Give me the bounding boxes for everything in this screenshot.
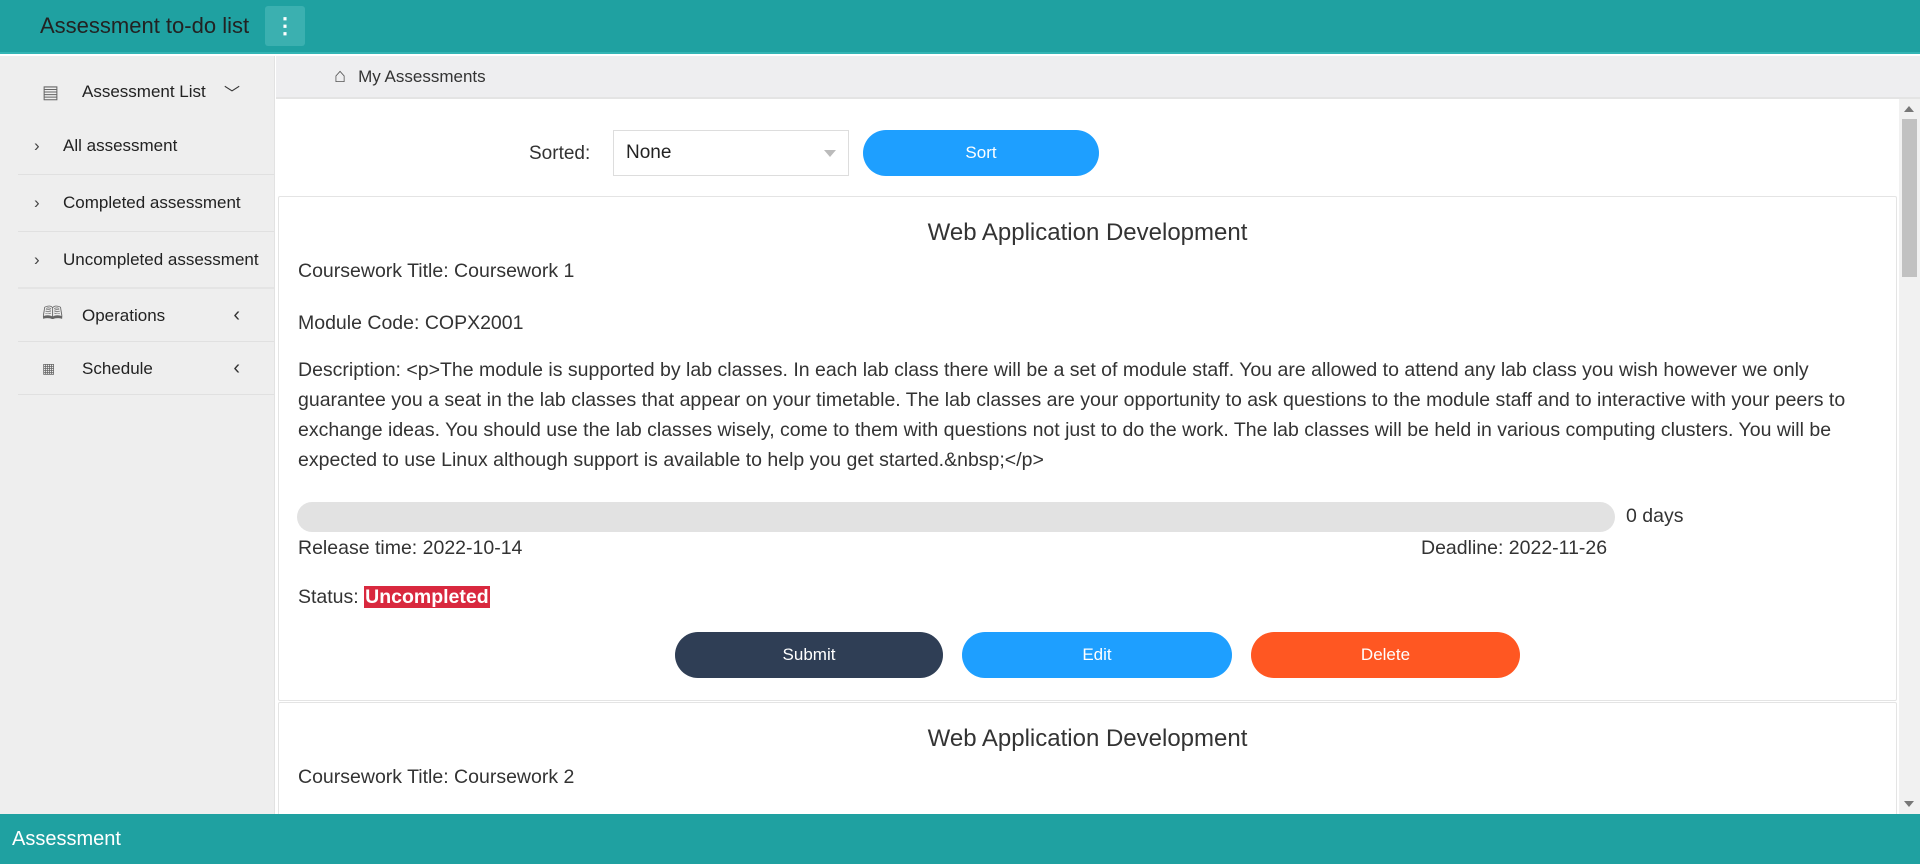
sidebar-group-label: Assessment List [82, 82, 206, 101]
sidebar-section-operations[interactable]: 🕮 Operations ‹ [18, 290, 274, 342]
chevron-left-icon: ‹ [233, 304, 240, 326]
assessment-card: Web Application Development Coursework T… [278, 702, 1897, 814]
scroll-down-icon[interactable] [1904, 801, 1914, 807]
calendar-grid-icon: ▦ [42, 360, 56, 376]
sidebar-item-label: Completed assessment [63, 193, 241, 212]
scroll-thumb[interactable] [1902, 119, 1917, 277]
edit-button[interactable]: Edit [962, 632, 1232, 678]
chevron-down-icon: ﹀ [223, 86, 240, 103]
assessment-card: Web Application Development Coursework T… [278, 196, 1897, 701]
chevron-right-icon: › [34, 136, 40, 155]
chevron-right-icon: › [34, 249, 40, 269]
card-module-title: Web Application Development [927, 725, 1248, 752]
module-code: Module Code: COPX2001 [298, 312, 524, 334]
description: Description: <p>The module is supported … [298, 359, 1846, 471]
list-icon: ▤ [42, 81, 60, 102]
sidebar: ▤ Assessment List ﹀ › All assessment › C… [0, 56, 275, 814]
scrollbar[interactable] [1899, 99, 1920, 814]
deadline: Deadline: 2022-11-26 [1421, 537, 1608, 559]
release-time: Release time: 2022-10-14 [298, 537, 523, 559]
breadcrumb: ⌂ My Assessments [276, 56, 1920, 99]
sidebar-item-label: Uncompleted assessment [63, 249, 259, 269]
sort-label: Sorted: [529, 143, 591, 164]
main-content: Sorted: None Sort Web Application Develo… [276, 99, 1899, 814]
sidebar-group-assessment-list[interactable]: ▤ Assessment List ﹀ [18, 66, 274, 118]
sort-select-value: None [626, 142, 672, 163]
sidebar-item-all-assessment[interactable]: › All assessment [18, 118, 274, 175]
progress-bar [297, 502, 1615, 532]
sort-button[interactable]: Sort [863, 130, 1099, 176]
chevron-right-icon: › [34, 193, 40, 212]
more-vertical-icon[interactable]: ⋮ [265, 6, 305, 46]
sort-select[interactable]: None [613, 130, 849, 176]
book-icon: 🕮 [42, 302, 64, 323]
days-remaining: 0 days [1626, 505, 1684, 527]
chevron-left-icon: ‹ [233, 357, 240, 379]
status: Status: Uncompleted [298, 586, 490, 609]
app-title: Assessment to-do list [40, 13, 250, 38]
sidebar-item-label: All assessment [63, 136, 178, 155]
coursework-title: Coursework Title: Coursework 2 [298, 766, 575, 788]
sidebar-section-label: Operations [82, 305, 166, 325]
footer: Assessment [0, 814, 1920, 864]
breadcrumb-item[interactable]: My Assessments [358, 67, 486, 87]
sidebar-section-label: Schedule [82, 358, 153, 378]
card-module-title: Web Application Development [927, 219, 1248, 246]
home-icon[interactable]: ⌂ [334, 65, 346, 88]
scroll-up-icon[interactable] [1904, 106, 1914, 112]
submit-button[interactable]: Submit [675, 632, 943, 678]
coursework-title: Coursework Title: Coursework 1 [298, 260, 575, 282]
sidebar-item-completed-assessment[interactable]: › Completed assessment [18, 175, 274, 232]
status-label: Status: [298, 586, 359, 608]
sidebar-item-uncompleted-assessment[interactable]: › Uncompleted assessment [18, 232, 274, 289]
app-header: Assessment to-do list ⋮ [0, 0, 1920, 54]
caret-down-icon [824, 150, 836, 157]
sidebar-section-schedule[interactable]: ▦ Schedule ‹ [18, 343, 274, 395]
delete-button[interactable]: Delete [1251, 632, 1520, 678]
status-badge: Uncompleted [364, 586, 490, 608]
